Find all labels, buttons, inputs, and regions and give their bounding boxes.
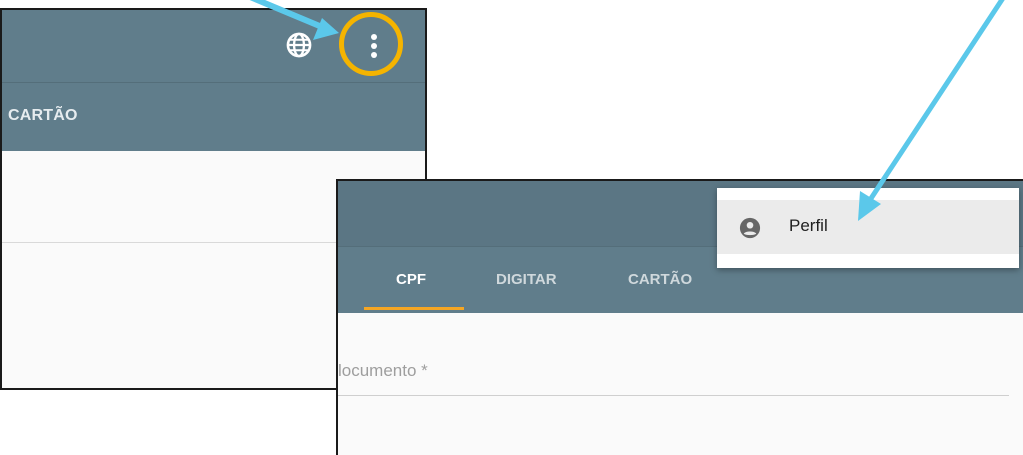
overflow-menu: Perfil xyxy=(717,188,1019,268)
document-field-label[interactable]: locumento * xyxy=(338,361,428,381)
tab-cartao-partial[interactable]: CARTÃO xyxy=(8,107,78,125)
tab-cpf[interactable]: CPF xyxy=(396,271,426,288)
active-tab-indicator xyxy=(364,307,464,310)
document-field-underline[interactable] xyxy=(338,395,1009,396)
highlight-ring xyxy=(339,12,403,76)
account-circle-icon xyxy=(739,217,761,239)
menu-item-label: Perfil xyxy=(789,216,828,235)
tab-digitar[interactable]: DIGITAR xyxy=(496,271,557,288)
globe-icon[interactable] xyxy=(285,31,313,59)
tab-cartao[interactable]: CARTÃO xyxy=(628,271,692,288)
back-tab-bar: CARTÃO xyxy=(2,82,425,151)
menu-item-perfil[interactable]: Perfil xyxy=(717,200,1019,254)
